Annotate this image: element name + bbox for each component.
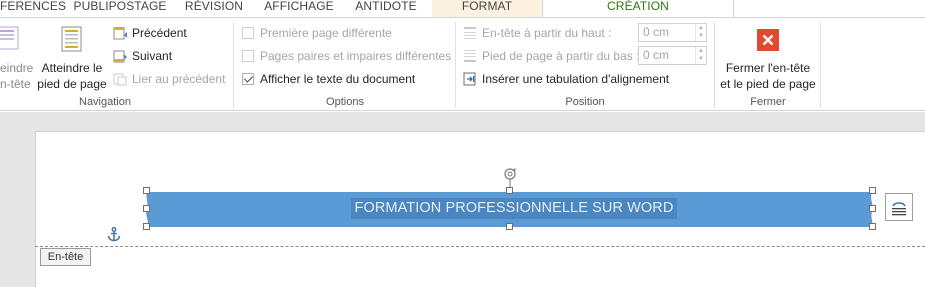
- inserer-tabulation-button[interactable]: Insérer une tabulation d'alignement: [463, 70, 669, 88]
- pied-bas-label: Pied de page à partir du bas :: [482, 49, 640, 63]
- close-icon: [757, 29, 779, 51]
- banner-text[interactable]: FORMATION PROFESSIONNELLE SUR WORD: [351, 198, 677, 219]
- atteindre-pied-label-2: pied de page: [37, 77, 107, 91]
- precedent-label: Précédent: [132, 26, 187, 40]
- resize-handle[interactable]: [506, 187, 513, 194]
- navigation-group-label: Navigation: [79, 96, 131, 108]
- tab-affichage[interactable]: AFFICHAGE: [260, 0, 338, 17]
- next-section-icon: [113, 50, 127, 63]
- previous-section-icon: [113, 27, 127, 40]
- tab-format[interactable]: FORMAT: [432, 0, 542, 17]
- group-divider: [455, 22, 456, 108]
- premiere-page-label: Première page différente: [260, 26, 392, 40]
- resize-handle[interactable]: [143, 187, 150, 194]
- fermer-group-label: Fermer: [750, 96, 786, 108]
- pages-paires-label: Pages paires et impaires différentes: [260, 49, 452, 63]
- entete-haut-spinner[interactable]: 0 cm ▲ ▼: [638, 23, 707, 42]
- link-previous-icon: [113, 73, 127, 86]
- text-wrap-icon: [892, 202, 906, 216]
- premiere-page-checkbox[interactable]: Première page différente: [242, 24, 392, 42]
- tab-creation[interactable]: CRÉATION: [542, 0, 734, 18]
- fermer-label-1: Fermer l'en-tête: [725, 61, 811, 75]
- group-divider: [820, 22, 821, 108]
- resize-handle[interactable]: [869, 223, 876, 230]
- anchor-icon[interactable]: [107, 227, 121, 242]
- resize-handle[interactable]: [869, 187, 876, 194]
- afficher-texte-label: Afficher le texte du document: [260, 72, 416, 86]
- entete-haut-value: 0 cm: [643, 25, 670, 39]
- pied-bas-value: 0 cm: [643, 48, 670, 62]
- tab-revision[interactable]: RÉVISION: [180, 0, 248, 17]
- tab-references[interactable]: FERENCES: [0, 0, 66, 17]
- resize-handle[interactable]: [506, 223, 513, 230]
- pied-bas-spinner[interactable]: 0 cm ▲ ▼: [638, 46, 707, 65]
- header-page-icon: [0, 26, 19, 50]
- atteindre-entete-label-2: n-tête: [0, 77, 31, 91]
- footer-page-icon: [61, 26, 82, 52]
- layout-options-button[interactable]: [885, 193, 913, 221]
- group-divider: [714, 22, 715, 108]
- suivant-label: Suivant: [132, 49, 173, 63]
- precedent-button[interactable]: Précédent: [113, 24, 187, 42]
- resize-handle[interactable]: [869, 205, 876, 212]
- ribbon-tab-bar: FERENCES PUBLIPOSTAGE RÉVISION AFFICHAGE…: [0, 0, 925, 18]
- pages-paires-checkbox[interactable]: Pages paires et impaires différentes: [242, 47, 451, 65]
- lier-precedent-button[interactable]: Lier au précédent: [113, 70, 225, 88]
- spinner-arrows[interactable]: ▲ ▼: [695, 24, 706, 41]
- entete-haut-row: En-tête à partir du haut :: [463, 24, 611, 42]
- resize-handle[interactable]: [143, 205, 150, 212]
- options-group-label: Options: [326, 96, 364, 108]
- atteindre-pied-label-1: Atteindre le: [41, 61, 103, 75]
- inserer-tabulation-label: Insérer une tabulation d'alignement: [482, 72, 670, 86]
- entete-haut-label: En-tête à partir du haut :: [482, 26, 612, 40]
- header-top-distance-icon: [464, 27, 476, 39]
- spinner-arrows[interactable]: ▲ ▼: [695, 47, 706, 64]
- header-boundary-line: [35, 246, 925, 247]
- afficher-texte-checkbox[interactable]: Afficher le texte du document: [242, 70, 415, 88]
- atteindre-entete-label-1: eindre: [0, 61, 34, 75]
- pied-bas-row: Pied de page à partir du bas :: [463, 47, 639, 65]
- tab-antidote[interactable]: ANTIDOTE: [350, 0, 422, 17]
- alignment-tab-icon: [463, 72, 476, 86]
- position-group-label: Position: [565, 96, 605, 108]
- pages-paires-box[interactable]: [242, 50, 254, 62]
- group-divider: [233, 22, 234, 108]
- footer-bottom-distance-icon: [464, 50, 476, 62]
- ribbon: eindre n-tête Atteindre le pied de page …: [0, 17, 925, 111]
- tab-publipostage[interactable]: PUBLIPOSTAGE: [72, 0, 168, 17]
- lier-precedent-label: Lier au précédent: [132, 72, 226, 86]
- entete-label-tag: En-tête: [40, 248, 91, 266]
- suivant-button[interactable]: Suivant: [113, 47, 172, 65]
- premiere-page-box[interactable]: [242, 27, 254, 39]
- afficher-texte-box[interactable]: [242, 73, 254, 85]
- resize-handle[interactable]: [143, 223, 150, 230]
- fermer-label-2: et le pied de page: [720, 77, 816, 91]
